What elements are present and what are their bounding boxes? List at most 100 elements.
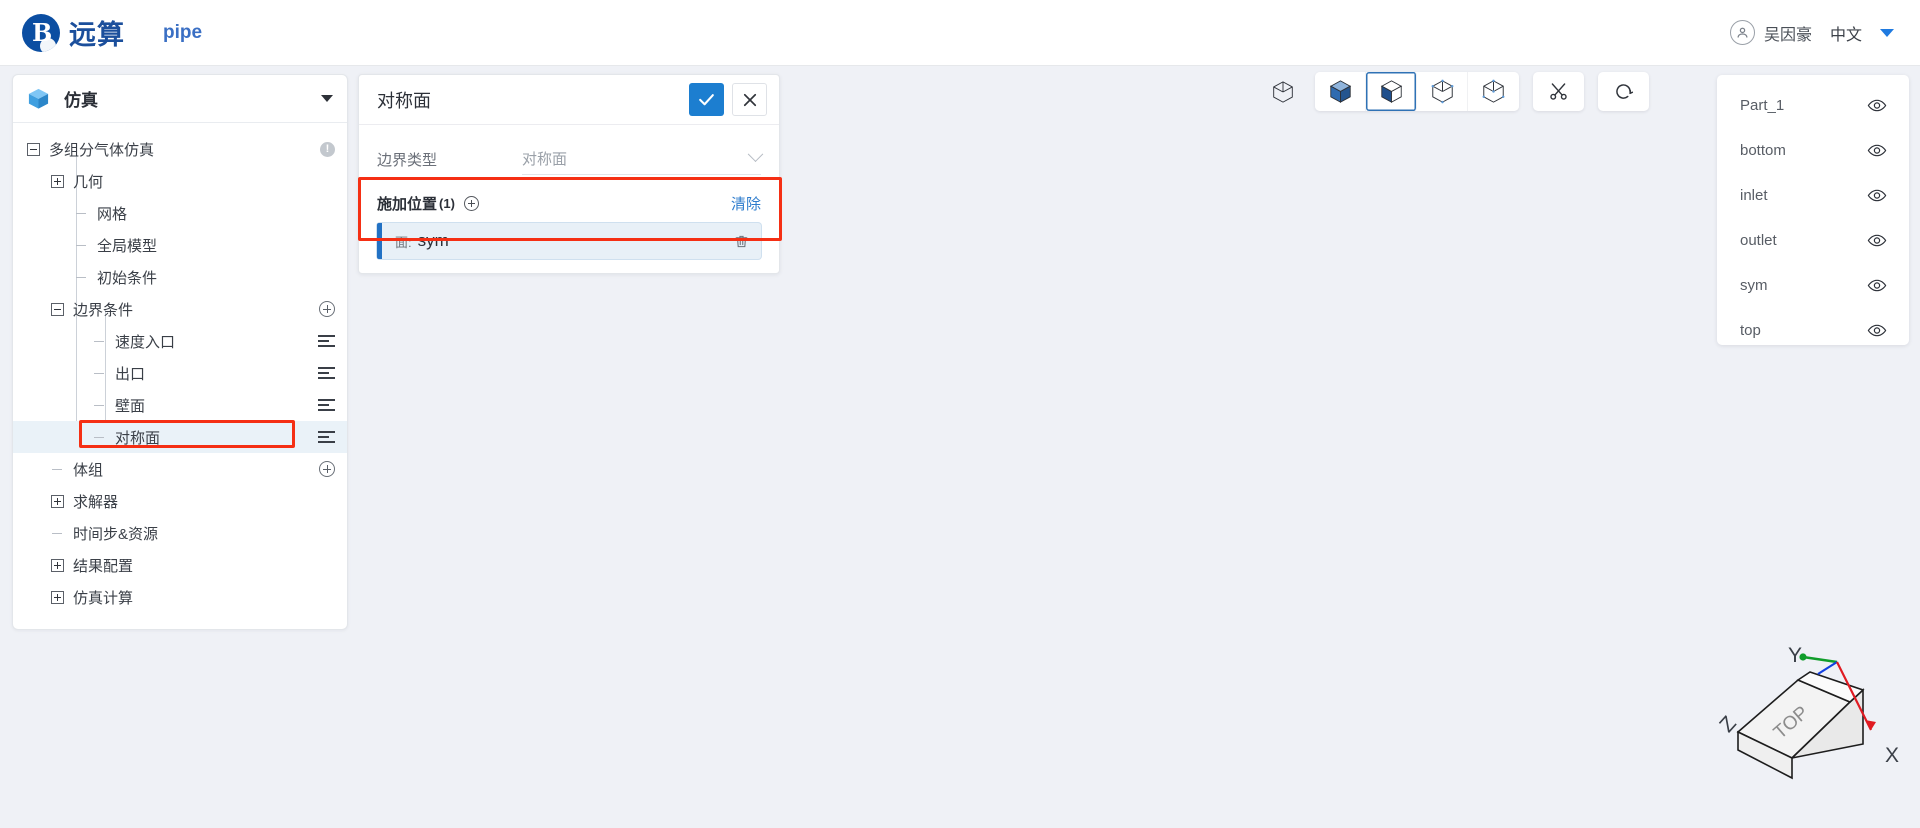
location-item[interactable]: 面: sym — [377, 223, 761, 259]
boundary-type-row: 边界类型 对称面 — [377, 139, 764, 179]
reset-view-icon[interactable] — [1598, 72, 1649, 111]
tree-item[interactable]: 网格 — [13, 197, 347, 229]
tree-branch-icon — [93, 367, 106, 380]
location-name: sym — [417, 231, 449, 250]
tree-item-label: 多组分气体仿真 — [49, 141, 155, 159]
eye-icon[interactable] — [1867, 234, 1887, 247]
caret-down-icon[interactable] — [321, 95, 333, 102]
shading-mode-group — [1315, 72, 1519, 111]
part-row[interactable]: Part_1 — [1717, 83, 1909, 128]
tree-item[interactable]: 出口 — [13, 357, 347, 389]
part-label: Part_1 — [1740, 97, 1785, 114]
cancel-button[interactable] — [732, 83, 767, 116]
part-row[interactable]: top — [1717, 308, 1909, 353]
boundary-type-select[interactable]: 对称面 — [522, 143, 764, 175]
tree-item[interactable]: 体组 — [13, 453, 347, 485]
part-row[interactable]: outlet — [1717, 218, 1909, 263]
wireframe-edges-cube-icon[interactable] — [1468, 72, 1519, 111]
yuansuan-logo-icon: B — [22, 13, 60, 52]
tree-branch-icon — [75, 271, 88, 284]
eye-icon[interactable] — [1867, 279, 1887, 292]
tree-item[interactable]: 边界条件 — [13, 293, 347, 325]
warning-badge-icon: ! — [320, 141, 335, 157]
expand-toggle-icon[interactable] — [51, 558, 64, 572]
collapse-toggle-icon[interactable] — [51, 302, 64, 316]
part-row[interactable]: sym — [1717, 263, 1909, 308]
tree-item-label: 边界条件 — [73, 301, 134, 319]
part-label: sym — [1740, 277, 1768, 294]
tree-item[interactable]: 速度入口 — [13, 325, 347, 357]
expand-toggle-icon[interactable] — [51, 174, 64, 188]
boundary-type-label: 边界类型 — [377, 151, 438, 169]
trash-icon[interactable] — [734, 233, 749, 250]
expand-toggle-icon[interactable] — [51, 494, 64, 508]
parts-panel: Part_1bottom inlet outlet sym top — [1717, 75, 1909, 345]
part-label: outlet — [1740, 232, 1777, 249]
collapse-toggle-icon[interactable] — [27, 142, 40, 156]
list-options-icon[interactable] — [318, 398, 335, 412]
tree-item[interactable]: 时间步&资源 — [13, 517, 347, 549]
tree-branch-icon — [93, 335, 106, 348]
eye-icon[interactable] — [1867, 324, 1887, 337]
tree-item[interactable]: 求解器 — [13, 485, 347, 517]
eye-icon[interactable] — [1867, 189, 1887, 202]
tree-item[interactable]: 壁面 — [13, 389, 347, 421]
axis-orientation-gizmo[interactable]: TOP Y X Z — [1715, 632, 1918, 812]
tree-item[interactable]: 几何 — [13, 165, 347, 197]
eye-icon[interactable] — [1867, 144, 1887, 157]
property-panel-body: 边界类型 对称面 施加位置 (1) 清除 面: sym — [359, 125, 779, 259]
tree-branch-icon — [51, 527, 64, 540]
tree-item[interactable]: 多组分气体仿真! — [13, 133, 347, 165]
tree-item-label: 时间步&资源 — [73, 525, 159, 543]
tree-item[interactable]: 仿真计算 — [13, 581, 347, 613]
view-toolbar — [1265, 72, 1649, 111]
top-bar-right: 吴因豪 中文 — [1729, 20, 1894, 45]
tree-branch-icon — [93, 399, 106, 412]
simulation-panel-header[interactable]: 仿真 — [13, 75, 347, 123]
brand[interactable]: B 远算 — [22, 13, 125, 52]
brand-name: 远算 — [69, 20, 125, 50]
locations-section-header: 施加位置 (1) 清除 — [377, 191, 761, 215]
project-name[interactable]: pipe — [163, 22, 202, 44]
expand-toggle-icon[interactable] — [51, 590, 64, 604]
plus-circle-icon[interactable] — [463, 195, 479, 211]
confirm-button[interactable] — [689, 83, 724, 116]
clear-locations-button[interactable]: 清除 — [731, 193, 761, 214]
eye-icon[interactable] — [1867, 99, 1887, 112]
list-options-icon[interactable] — [318, 334, 335, 348]
close-icon — [743, 93, 756, 106]
tree-item-label: 速度入口 — [115, 333, 176, 351]
part-row[interactable]: bottom — [1717, 128, 1909, 173]
tree-item-label: 初始条件 — [97, 269, 158, 287]
pipe-symmetry-plane-band[interactable] — [1032, 114, 1477, 828]
tree-item[interactable]: 初始条件 — [13, 261, 347, 293]
tree-item-label: 几何 — [73, 173, 104, 191]
wireframe-cube-icon[interactable] — [1265, 74, 1301, 110]
list-options-icon[interactable] — [318, 430, 335, 444]
add-item-icon[interactable] — [319, 461, 335, 477]
part-row[interactable]: inlet — [1717, 173, 1909, 218]
simulation-tree: 多组分气体仿真! 几何网格 全局模型初始条件边界条件速度入口出口壁面 对称面体组求解器… — [13, 123, 347, 621]
part-label: inlet — [1740, 187, 1768, 204]
tree-item-label: 体组 — [73, 461, 104, 479]
boundary-type-value: 对称面 — [522, 151, 568, 168]
part-label: top — [1740, 322, 1761, 339]
shaded-edges-cube-icon[interactable] — [1366, 72, 1417, 111]
clip-scissors-icon[interactable] — [1533, 72, 1584, 111]
language-label[interactable]: 中文 — [1830, 21, 1862, 45]
add-item-icon[interactable] — [319, 301, 335, 317]
surface-edges-cube-icon[interactable] — [1417, 72, 1468, 111]
tree-item[interactable]: 对称面 — [13, 421, 347, 453]
list-options-icon[interactable] — [318, 366, 335, 380]
property-panel-actions — [689, 83, 767, 116]
caret-down-icon[interactable] — [1880, 28, 1894, 37]
property-panel-title: 对称面 — [377, 90, 431, 111]
tree-item[interactable]: 结果配置 — [13, 549, 347, 581]
tree-item-label: 出口 — [115, 365, 146, 383]
tree-item[interactable]: 全局模型 — [13, 229, 347, 261]
user-menu[interactable]: 吴因豪 — [1729, 20, 1812, 45]
tree-branch-icon — [75, 207, 88, 220]
tree-branch-icon — [51, 463, 64, 476]
gizmo-axis-y: Y — [1788, 644, 1802, 667]
solid-shaded-cube-icon[interactable] — [1315, 72, 1366, 111]
